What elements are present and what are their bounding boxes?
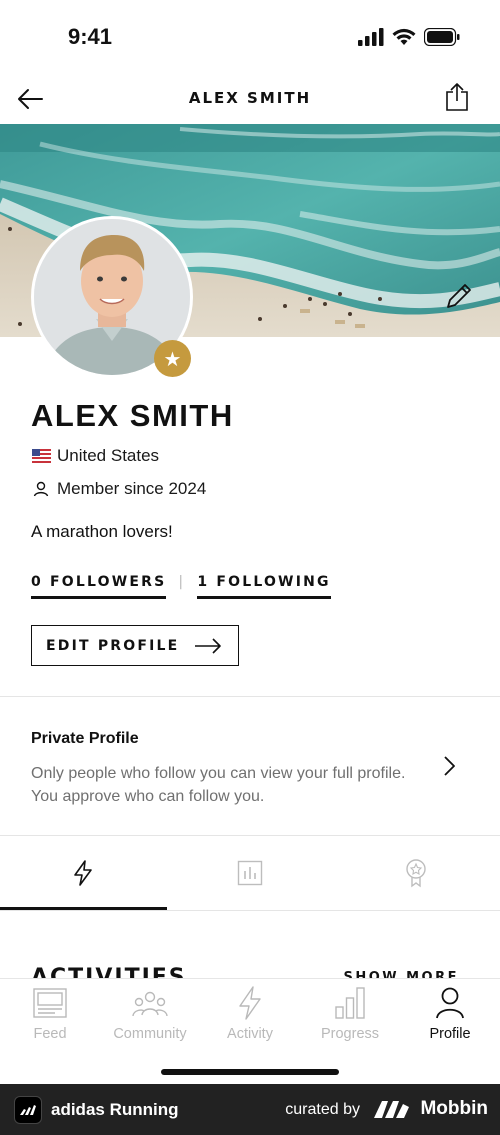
profile-tabs [0,836,500,910]
feed-icon [33,988,67,1018]
country-row: United States [31,446,159,466]
private-profile-chevron-button[interactable] [440,754,460,778]
arrow-right-icon [195,638,221,654]
nav-activity-label: Activity [227,1026,273,1042]
community-icon [132,991,168,1017]
private-profile-description: Only people who follow you can view your… [31,765,406,805]
following-link[interactable]: 1 FOLLOWING [197,574,331,599]
private-profile-title: Private Profile [31,730,139,747]
nav-profile[interactable]: Profile [400,985,500,1042]
profile-name: ALEX SMITH [31,398,234,433]
nav-progress-label: Progress [320,1026,380,1042]
footer-curated-by: curated by [285,1101,360,1118]
tab-activity[interactable] [0,836,166,910]
edit-profile-button[interactable]: EDIT PROFILE [31,625,239,666]
footer-brand: Mobbin [420,1098,488,1119]
divider [0,696,500,697]
status-time: 9:41 [68,24,113,49]
nav-community[interactable]: Community [100,985,200,1042]
followers-link[interactable]: 0 FOLLOWERS [31,574,167,599]
wifi-icon [392,28,416,45]
top-nav-bar: ALEX SMITH [0,74,500,124]
cellular-signal-icon [358,28,384,46]
nav-activity[interactable]: Activity [200,985,300,1042]
status-icons [358,28,460,46]
nav-community-label: Community [113,1026,187,1042]
footer-app-name: adidas Running [51,1100,179,1119]
bolt-icon [74,860,92,886]
share-icon [446,83,468,111]
battery-icon [424,28,460,46]
country-label: United States [57,446,160,465]
share-button[interactable] [442,80,472,114]
bar-chart-icon [335,987,365,1019]
bio-text: A marathon lovers! [31,522,173,541]
tab-statistics[interactable] [167,836,333,910]
activities-heading: ACTIVITIES [31,965,187,978]
person-icon [436,987,464,1019]
tab-achievements[interactable] [333,836,499,910]
nav-feed-label: Feed [33,1026,67,1042]
member-since-label: Member since 2024 [57,479,207,498]
activities-section-header: ACTIVITIES SHOW MORE [31,962,471,978]
home-indicator [161,1069,339,1075]
edit-cover-button[interactable] [442,279,476,313]
page-title: ALEX SMITH [188,89,312,107]
bar-chart-icon [237,860,263,886]
premium-star-badge: ★ [154,340,191,377]
follow-separator: | [178,574,186,590]
edit-profile-label: EDIT PROFILE [46,637,180,654]
adidas-running-logo [14,1096,42,1124]
chevron-right-icon [444,756,455,776]
bolt-icon [239,986,261,1020]
bottom-tab-bar: Feed Community Activity Progress Profile [0,978,500,1084]
star-icon: ★ [163,346,182,371]
member-since-row: Member since 2024 [31,479,206,499]
mobbin-logo-icon [374,1101,409,1118]
award-icon [406,859,426,888]
nav-profile-label: Profile [429,1026,471,1042]
nav-feed[interactable]: Feed [0,985,100,1042]
status-bar: 9:41 [0,0,500,74]
person-icon [31,481,51,497]
show-more-link[interactable]: SHOW MORE [343,970,459,978]
pencil-icon [447,284,471,308]
footer-bar: adidas Running curated by Mobbin [0,1084,500,1135]
nav-progress[interactable]: Progress [300,985,400,1042]
us-flag-icon [31,448,51,464]
divider [0,910,500,911]
follow-stats: 0 FOLLOWERS | 1 FOLLOWING [31,574,331,599]
